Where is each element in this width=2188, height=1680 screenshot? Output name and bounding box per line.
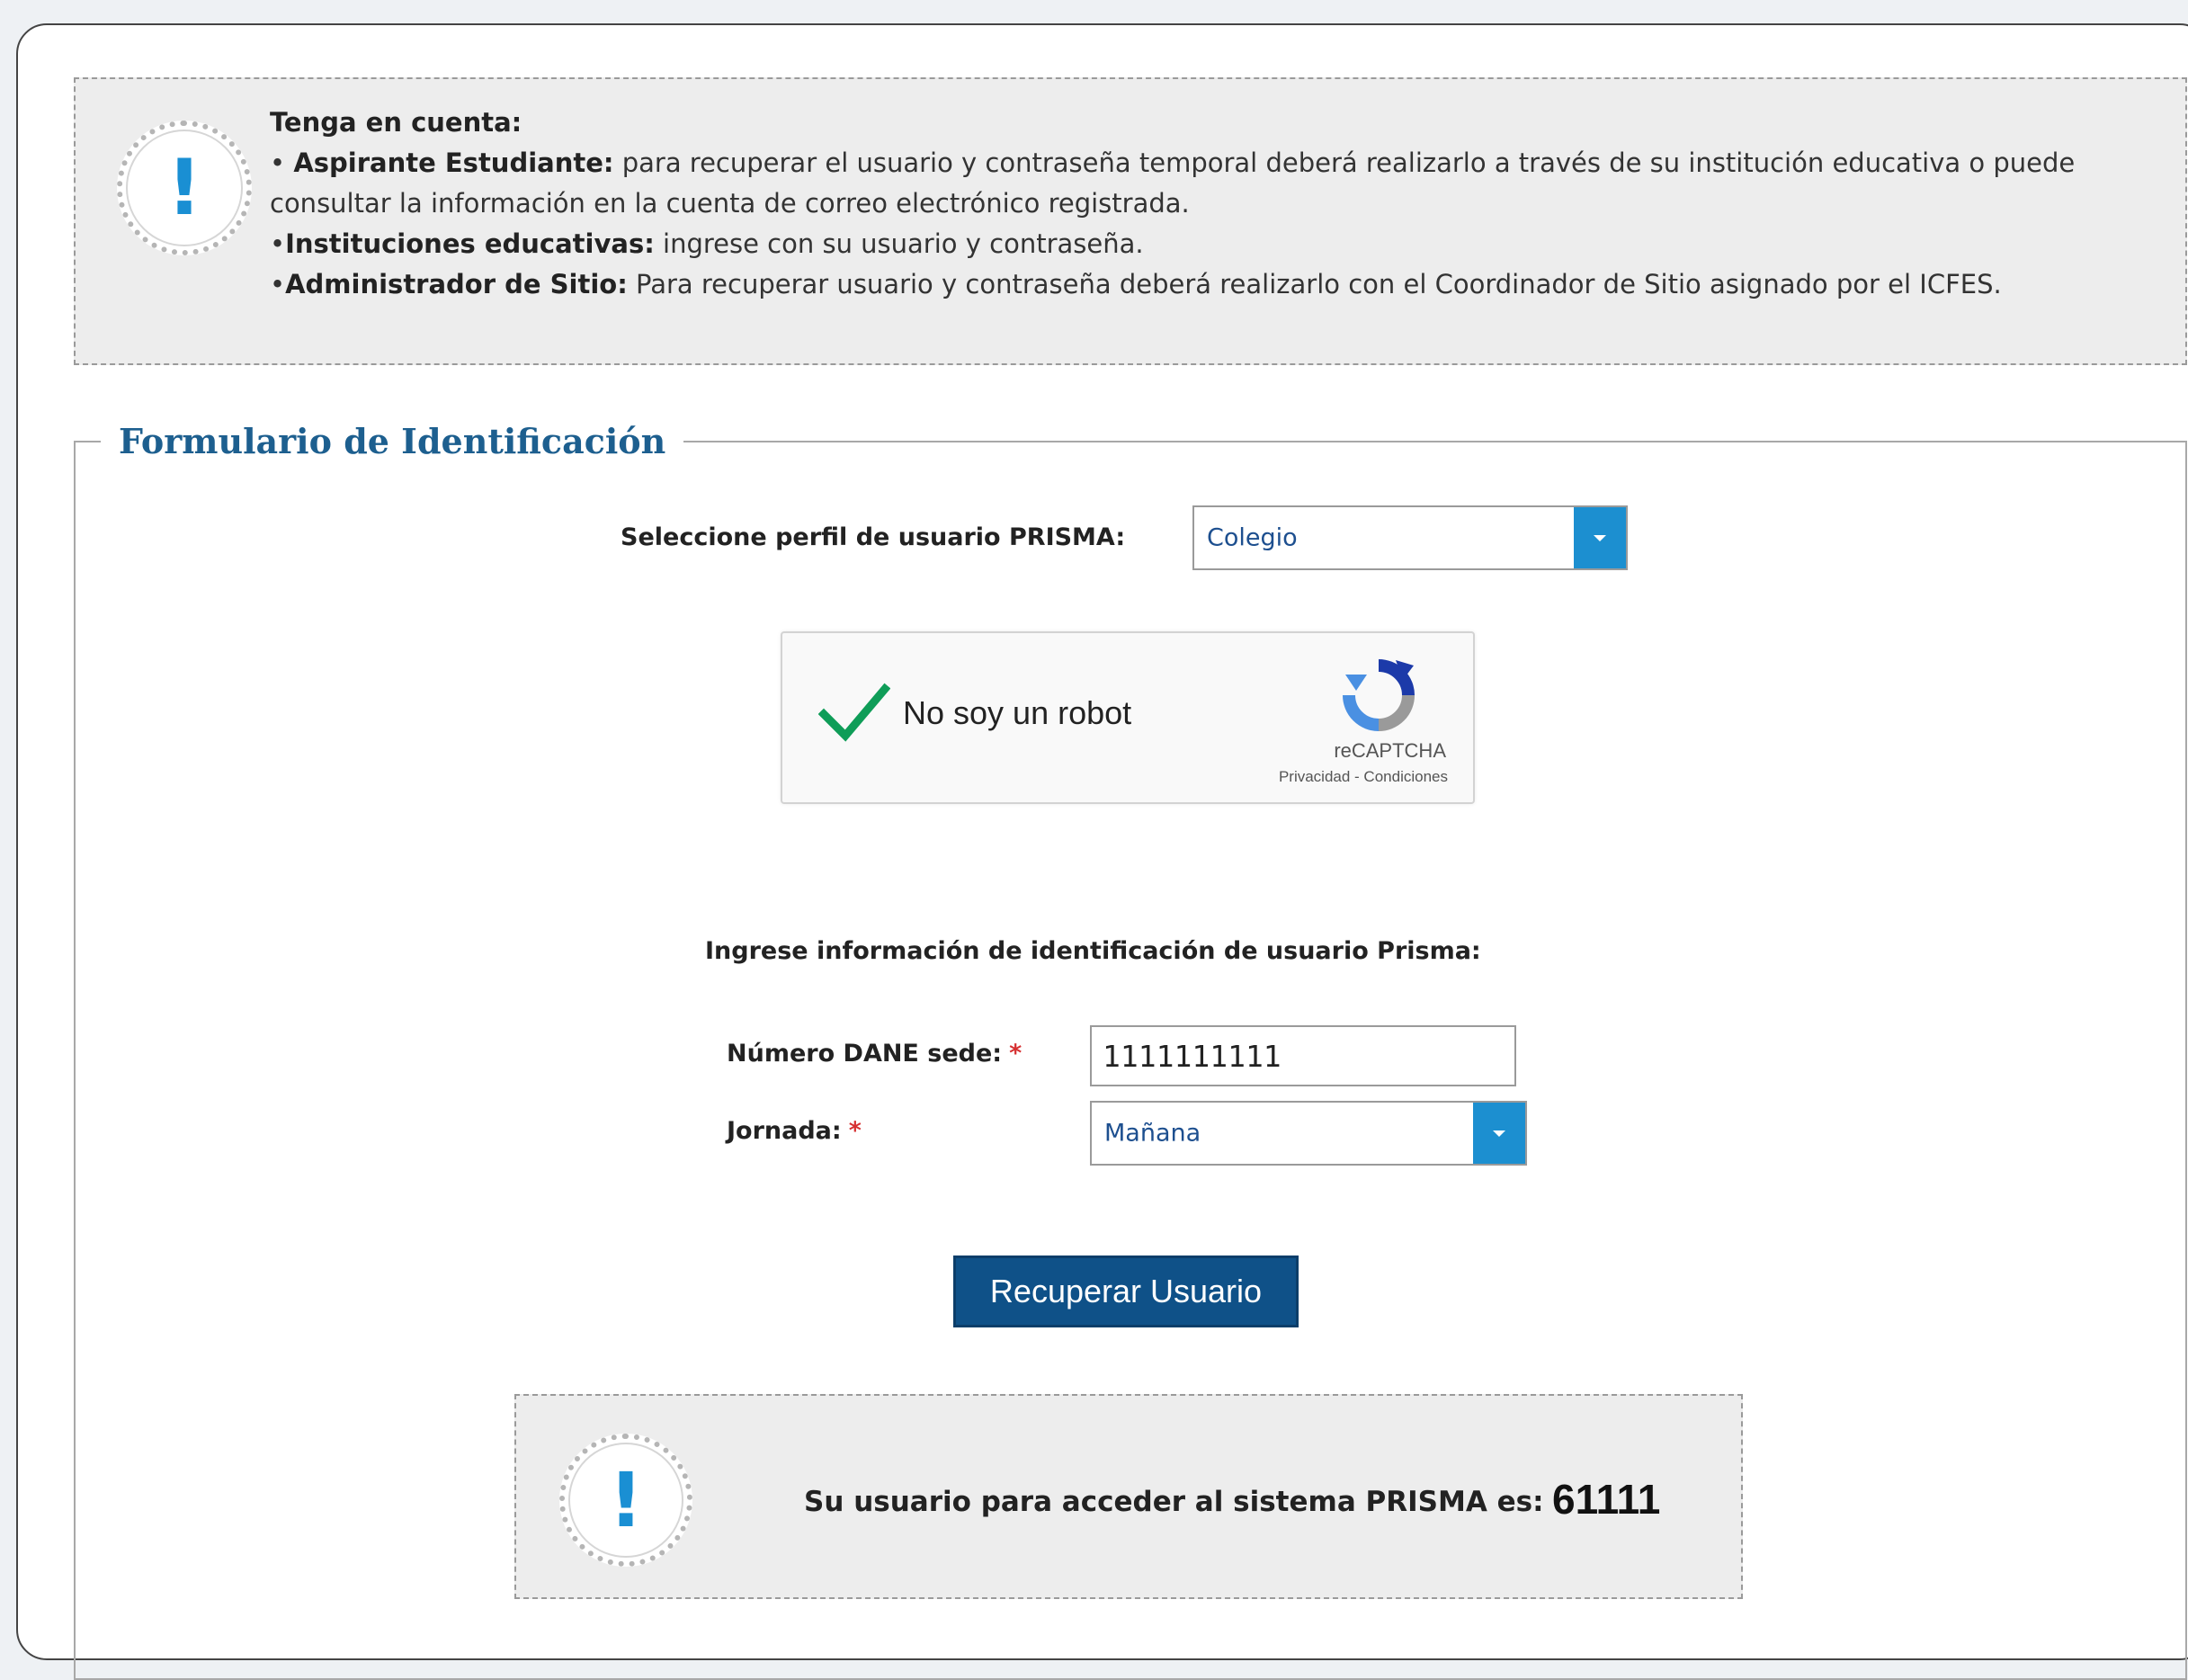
- dane-label: Número DANE sede: *: [727, 1040, 1022, 1068]
- form-legend: Formulario de Identificación: [119, 421, 666, 461]
- bullet: •: [270, 228, 286, 259]
- notice-item-aspirante: • Aspirante Estudiante: para recuperar e…: [270, 143, 2158, 224]
- chevron-down-icon[interactable]: [1473, 1103, 1525, 1164]
- profile-select[interactable]: Colegio: [1192, 505, 1628, 570]
- recaptcha-brand: reCAPTCHA: [1334, 739, 1446, 762]
- page-frame: ! Tenga en cuenta: • Aspirante Estudiant…: [16, 23, 2188, 1680]
- notice-item-instituciones: •Instituciones educativas: ingrese con s…: [270, 224, 2158, 264]
- recuperar-usuario-button[interactable]: Recuperar Usuario: [953, 1256, 1299, 1327]
- bullet: •: [270, 269, 286, 299]
- dane-label-text: Número DANE sede:: [727, 1040, 1003, 1068]
- jornada-select-value: Mañana: [1104, 1119, 1201, 1148]
- bullet: •: [270, 147, 286, 178]
- jornada-label: Jornada: *: [727, 1117, 862, 1145]
- required-marker: *: [1009, 1040, 1023, 1068]
- recaptcha-label: No soy un robot: [903, 694, 1132, 731]
- notice-item-label: Aspirante Estudiante:: [293, 147, 614, 178]
- notice-item-text: ingrese con su usuario y contraseña.: [654, 228, 1144, 259]
- result-username: 61111: [1552, 1476, 1661, 1523]
- notice-title: Tenga en cuenta:: [270, 107, 522, 138]
- exclamation-glyph: !: [608, 1456, 644, 1544]
- notice-item-label: Administrador de Sitio:: [285, 269, 628, 299]
- checkmark-icon[interactable]: [818, 682, 890, 745]
- notice-item-label: Instituciones educativas:: [285, 228, 655, 259]
- jornada-select[interactable]: Mañana: [1090, 1101, 1527, 1166]
- exclamation-glyph: !: [166, 143, 202, 233]
- info-notice: ! Tenga en cuenta: • Aspirante Estudiant…: [74, 77, 2187, 365]
- recaptcha-logo-icon: [1343, 659, 1415, 731]
- jornada-label-text: Jornada:: [727, 1117, 842, 1145]
- notice-item-administrador: •Administrador de Sitio: Para recuperar …: [270, 264, 2158, 305]
- dane-input[interactable]: [1090, 1025, 1516, 1086]
- recaptcha-terms-link[interactable]: Privacidad - Condiciones: [1279, 768, 1448, 786]
- result-label: Su usuario para acceder al sistema PRISM…: [804, 1486, 1544, 1518]
- result-notice: ! Su usuario para acceder al sistema PRI…: [514, 1394, 1743, 1599]
- identification-section-title: Ingrese información de identificación de…: [705, 937, 1481, 965]
- exclamation-icon: !: [559, 1434, 692, 1567]
- exclamation-icon: !: [117, 121, 252, 255]
- profile-label: Seleccione perfil de usuario PRISMA:: [621, 523, 1126, 551]
- recaptcha-widget: No soy un robot reCAPTCHA Privacidad - C…: [781, 631, 1475, 804]
- chevron-down-icon[interactable]: [1574, 507, 1626, 568]
- notice-text: Tenga en cuenta: • Aspirante Estudiante:…: [270, 103, 2158, 305]
- notice-item-text: Para recuperar usuario y contraseña debe…: [627, 269, 2002, 299]
- profile-select-value: Colegio: [1207, 523, 1298, 552]
- required-marker: *: [848, 1117, 862, 1145]
